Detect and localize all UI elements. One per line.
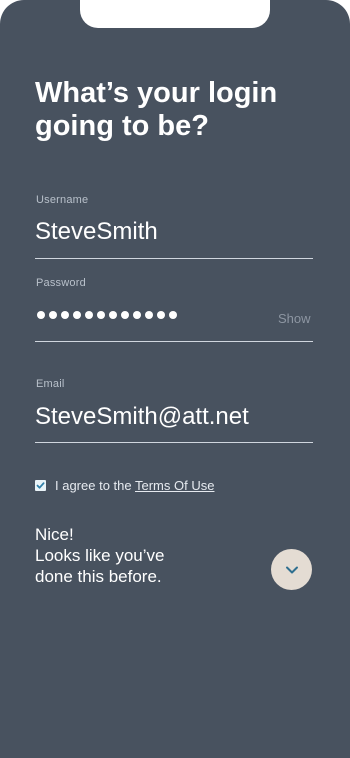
device-notch [80, 0, 270, 28]
password-label: Password [36, 277, 86, 289]
username-underline [35, 258, 313, 259]
welcome-message: Nice! Looks like you’ve done this before… [35, 524, 235, 587]
terms-checkbox[interactable] [35, 480, 46, 491]
message-line-3: done this before. [35, 567, 162, 586]
checkmark-icon [36, 482, 45, 489]
email-label: Email [36, 378, 65, 390]
password-underline [35, 341, 313, 342]
terms-prefix: I agree to the [55, 478, 135, 493]
chevron-down-icon [285, 566, 298, 573]
terms-of-use-link[interactable]: Terms Of Use [135, 478, 214, 493]
message-line-1: Nice! [35, 525, 74, 544]
email-field[interactable]: SteveSmith@att.net [35, 403, 249, 431]
next-button[interactable] [271, 549, 312, 590]
username-field[interactable]: SteveSmith [35, 218, 158, 246]
email-underline [35, 442, 313, 443]
password-field[interactable] [37, 311, 177, 319]
terms-agreement: I agree to the Terms Of Use [55, 478, 214, 493]
message-line-2: Looks like you’ve [35, 546, 165, 565]
page-title: What’s your login going to be? [35, 77, 278, 142]
phone-screen: What’s your login going to be? Username … [0, 0, 350, 758]
show-password-toggle[interactable]: Show [278, 311, 311, 326]
username-label: Username [36, 194, 89, 206]
